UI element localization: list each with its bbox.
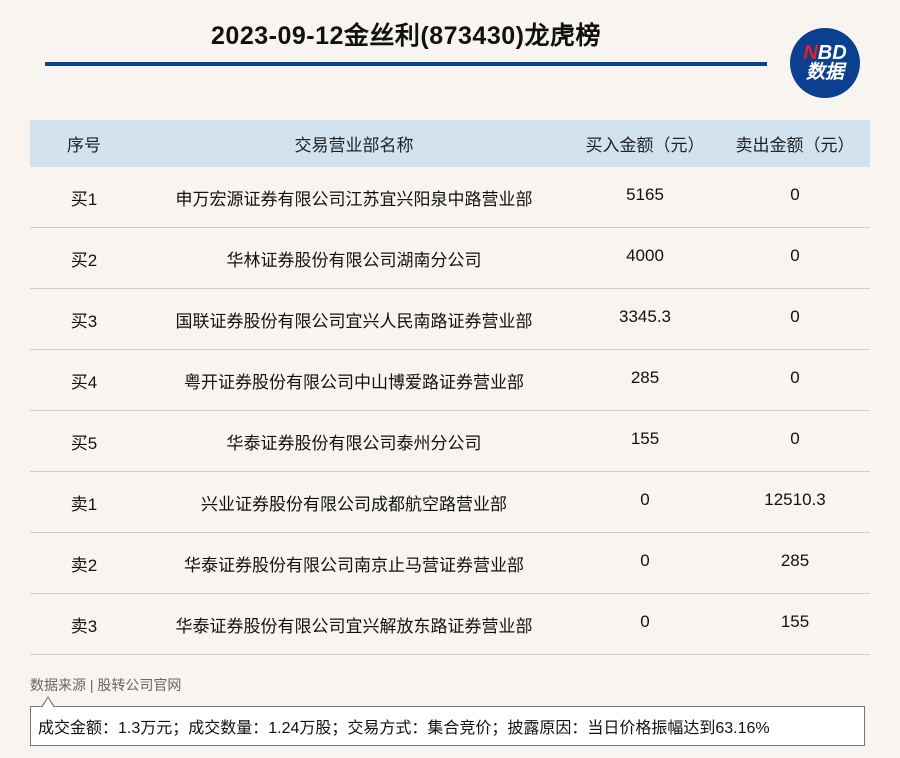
table-row: 卖3 华泰证券股份有限公司宜兴解放东路证券营业部 0 155: [30, 594, 870, 655]
row-buy-amount: 155: [630, 429, 660, 448]
data-source-label: 数据来源 | 股转公司官网: [30, 677, 182, 693]
trade-summary-text: 成交金额：1.3万元；成交数量：1.24万股；交易方式：集合竞价；披露原因：当日…: [38, 720, 770, 737]
row-sell-amount: 0: [790, 368, 800, 387]
row-index: 买5: [70, 433, 98, 453]
title-underline: [45, 62, 767, 66]
row-buy-amount: 285: [630, 368, 660, 387]
dragon-tiger-table: 序号 交易营业部名称 买入金额（元） 卖出金额（元） 买1 申万宏源证券有限公司…: [30, 120, 870, 655]
row-buy-amount: 0: [640, 490, 650, 509]
table-row: 买2 华林证券股份有限公司湖南分公司 4000 0: [30, 228, 870, 289]
row-sell-amount: 12510.3: [764, 490, 826, 509]
row-broker: 国联证券股份有限公司宜兴人民南路证券营业部: [175, 311, 533, 331]
row-sell-amount: 285: [780, 551, 810, 570]
table-row: 买1 申万宏源证券有限公司江苏宜兴阳泉中路营业部 5165 0: [30, 167, 870, 228]
logo-text-data: 数据: [805, 62, 844, 83]
header-index: 序号: [67, 136, 101, 155]
nbd-logo: NBD 数据: [790, 28, 860, 98]
row-buy-amount: 3345.3: [619, 307, 671, 326]
row-index: 买3: [70, 311, 98, 331]
table-row: 买3 国联证券股份有限公司宜兴人民南路证券营业部 3345.3 0: [30, 289, 870, 350]
row-broker: 兴业证券股份有限公司成都航空路营业部: [201, 494, 507, 514]
header-broker: 交易营业部名称: [294, 136, 414, 155]
row-broker: 华泰证券股份有限公司泰州分公司: [226, 433, 482, 453]
row-buy-amount: 5165: [626, 185, 664, 204]
trade-summary-note: 成交金额：1.3万元；成交数量：1.24万股；交易方式：集合竞价；披露原因：当日…: [30, 706, 865, 746]
table-row: 卖1 兴业证券股份有限公司成都航空路营业部 0 12510.3: [30, 472, 870, 533]
table-row: 买5 华泰证券股份有限公司泰州分公司 155 0: [30, 411, 870, 472]
table-row: 卖2 华泰证券股份有限公司南京止马营证券营业部 0 285: [30, 533, 870, 594]
row-index: 卖3: [70, 616, 98, 636]
note-pointer-fill: [42, 698, 54, 708]
row-broker: 粤开证券股份有限公司中山博爱路证券营业部: [184, 372, 524, 392]
row-sell-amount: 0: [790, 307, 800, 326]
page-title: 2023-09-12金丝利(873430)龙虎榜: [211, 22, 601, 50]
row-index: 卖1: [70, 494, 98, 514]
row-index: 买2: [70, 250, 98, 270]
table-row: 买4 粤开证券股份有限公司中山博爱路证券营业部 285 0: [30, 350, 870, 411]
row-buy-amount: 0: [640, 612, 650, 631]
logo-letters-bd: BD: [817, 42, 847, 64]
row-broker: 华泰证券股份有限公司南京止马营证券营业部: [184, 555, 524, 575]
row-broker: 华泰证券股份有限公司宜兴解放东路证券营业部: [175, 616, 533, 636]
header-sell-amount: 卖出金额（元）: [735, 136, 855, 155]
row-sell-amount: 0: [790, 246, 800, 265]
logo-letter-n: N: [803, 42, 818, 64]
row-buy-amount: 4000: [626, 246, 664, 265]
row-sell-amount: 0: [790, 429, 800, 448]
row-sell-amount: 0: [790, 185, 800, 204]
row-buy-amount: 0: [640, 551, 650, 570]
row-index: 卖2: [70, 555, 98, 575]
table-header: 序号 交易营业部名称 买入金额（元） 卖出金额（元）: [30, 120, 870, 167]
row-index: 买4: [70, 372, 98, 392]
row-index: 买1: [70, 189, 98, 209]
row-broker: 华林证券股份有限公司湖南分公司: [226, 250, 482, 270]
header-buy-amount: 买入金额（元）: [585, 136, 705, 155]
row-sell-amount: 155: [780, 612, 810, 631]
row-broker: 申万宏源证券有限公司江苏宜兴阳泉中路营业部: [175, 189, 533, 209]
